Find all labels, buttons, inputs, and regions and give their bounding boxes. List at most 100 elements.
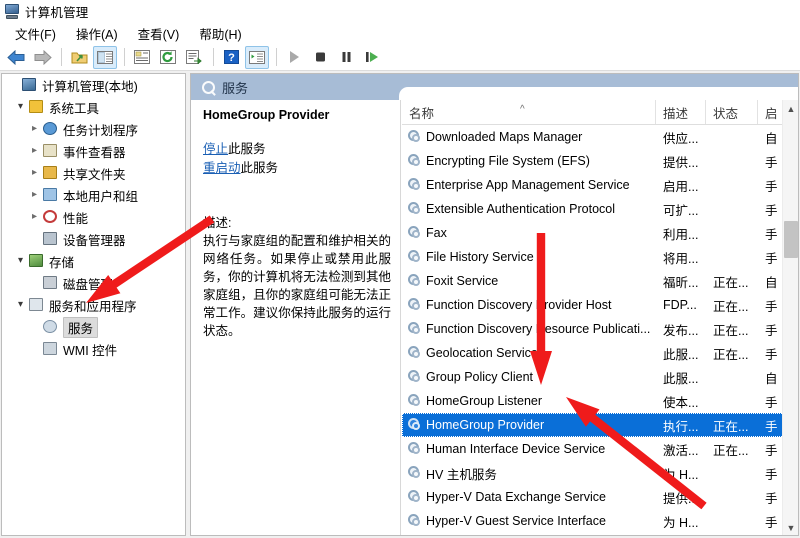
start-service-icon[interactable] [282, 46, 306, 69]
expander-expanded[interactable]: ▾ [13, 256, 28, 266]
service-name-label: HomeGroup Listener [426, 394, 543, 408]
tree-label: 设备管理器 [63, 233, 126, 248]
table-row[interactable]: File History Service 将用... 手 [402, 245, 798, 269]
service-name-label: Function Discovery Provider Host [426, 298, 612, 312]
cell-service-name: Function Discovery Provider Host [402, 298, 656, 312]
table-row[interactable]: HomeGroup Listener 使本... 手 [402, 389, 798, 413]
tree-device-manager[interactable]: 设备管理器 [2, 228, 185, 250]
tree-performance[interactable]: ▸ 性能 [2, 206, 185, 228]
expander-collapsed[interactable]: ▸ [27, 212, 42, 222]
column-header-status[interactable]: 状态 [706, 100, 758, 124]
cell-startup-type: 手 [765, 251, 778, 266]
cell-status: 正在... [713, 419, 749, 434]
tree-label: 事件查看器 [63, 145, 126, 160]
cell-description: 利用... [663, 227, 699, 242]
cell-status: 正在... [713, 299, 749, 314]
tree-label: 磁盘管理 [63, 277, 114, 292]
banner-title: 服务 [222, 80, 249, 96]
table-row[interactable]: Encrypting File System (EFS) 提供... 手 [402, 149, 798, 173]
service-gear-icon [407, 226, 422, 240]
menu-file[interactable]: 文件(F) [6, 22, 65, 45]
cell-service-name: Foxit Service [402, 274, 656, 288]
tree-wmi-control[interactable]: WMI 控件 [2, 338, 185, 360]
show-tree-icon[interactable] [93, 45, 117, 69]
up-folder-icon[interactable] [67, 46, 91, 69]
properties-icon[interactable] [130, 46, 154, 69]
tree-storage[interactable]: ▾ 存储 [2, 250, 185, 272]
expander-collapsed[interactable]: ▸ [27, 190, 42, 200]
cell-description: 提供... [663, 491, 699, 506]
menu-action[interactable]: 操作(A) [67, 22, 127, 45]
scroll-down-arrow-icon[interactable]: ▼ [783, 519, 798, 535]
refresh-icon[interactable] [156, 46, 180, 69]
cell-startup-type: 手 [765, 419, 778, 434]
tree-event-viewer[interactable]: ▸ 事件查看器 [2, 140, 185, 162]
console-tree-pane: 计算机管理(本地) ▾ 系统工具 ▸ 任务计划程序 ▸ 事件查看器 ▸ 共享文件 [1, 73, 186, 536]
computer-management-window: 计算机管理 文件(F) 操作(A) 查看(V) 帮助(H) ? 计算机管理(本地… [0, 0, 800, 538]
export-list-icon[interactable] [182, 46, 206, 69]
expander-collapsed[interactable]: ▸ [27, 146, 42, 156]
menu-view[interactable]: 查看(V) [129, 22, 189, 45]
table-row[interactable]: Foxit Service 福昕... 正在... 自 [402, 269, 798, 293]
service-gear-icon [407, 370, 422, 384]
tree-local-users-groups[interactable]: ▸ 本地用户和组 [2, 184, 185, 206]
table-row[interactable]: Geolocation Service 此服... 正在... 手 [402, 341, 798, 365]
table-row[interactable]: Human Interface Device Service 激活... 正在...… [402, 437, 798, 461]
table-row[interactable]: Hyper-V Guest Service Interface 为 H... 手 [402, 509, 798, 533]
back-icon[interactable] [4, 46, 28, 69]
toolbar: ? [0, 44, 800, 71]
stop-service-icon[interactable] [308, 46, 332, 69]
tree-computer-management[interactable]: 计算机管理(本地) [2, 74, 185, 96]
tree-system-tools[interactable]: ▾ 系统工具 [2, 96, 185, 118]
tree-disk-management[interactable]: 磁盘管理 [2, 272, 185, 294]
folder-icon [42, 165, 59, 181]
vertical-scrollbar[interactable]: ▲ ▼ [782, 100, 798, 535]
forward-icon[interactable] [30, 46, 54, 69]
service-name-label: Hyper-V Data Exchange Service [426, 490, 606, 504]
services-banner: 服务 [191, 74, 798, 100]
cell-service-name: Function Discovery Resource Publicati... [402, 322, 656, 336]
show-action-pane-icon[interactable] [245, 45, 269, 69]
expander-collapsed[interactable]: ▸ [27, 124, 42, 134]
table-row[interactable]: Fax 利用... 手 [402, 221, 798, 245]
cell-service-name: Group Policy Client [402, 370, 656, 384]
tree-label: 性能 [63, 211, 89, 226]
table-row[interactable]: HomeGroup Provider 执行... 正在... 手 [402, 413, 798, 437]
menu-help[interactable]: 帮助(H) [190, 22, 250, 45]
table-row[interactable]: Downloaded Maps Manager 供应... 自 [402, 125, 798, 149]
scrollbar-thumb[interactable] [784, 221, 798, 258]
cell-description: 将用... [663, 251, 699, 266]
column-header-description[interactable]: 描述 [656, 100, 706, 124]
pause-service-icon[interactable] [334, 46, 358, 69]
service-detail-panel: HomeGroup Provider 停止此服务 重启动此服务 描述: 执行与家… [192, 100, 399, 535]
cell-service-name: Extensible Authentication Protocol [402, 202, 656, 216]
service-name-label: Extensible Authentication Protocol [426, 202, 616, 216]
expander-collapsed[interactable]: ▸ [27, 168, 42, 178]
tree-shared-folders[interactable]: ▸ 共享文件夹 [2, 162, 185, 184]
tree-task-scheduler[interactable]: ▸ 任务计划程序 [2, 118, 185, 140]
tree-services[interactable]: 服务 [2, 316, 185, 338]
expander-expanded[interactable]: ▾ [13, 300, 28, 310]
pane-splitter[interactable] [400, 100, 401, 535]
stop-service-link[interactable]: 停止 [203, 142, 228, 156]
device-manager-icon [42, 231, 59, 247]
scroll-up-arrow-icon[interactable]: ▲ [783, 100, 798, 117]
table-row[interactable]: Hyper-V Data Exchange Service 提供... 手 [402, 485, 798, 509]
table-row[interactable]: Hyper-V Guest Shutdown Service提供...手 [402, 533, 798, 535]
tree-services-and-applications[interactable]: ▾ 服务和应用程序 [2, 294, 185, 316]
service-gear-icon [407, 514, 422, 528]
help-icon[interactable]: ? [219, 46, 243, 69]
restart-service-icon[interactable] [360, 46, 384, 69]
table-row[interactable]: Function Discovery Resource Publicati...… [402, 317, 798, 341]
table-row[interactable]: HV 主机服务 为 H... 手 [402, 461, 798, 485]
cell-startup-type: 自 [765, 131, 778, 146]
table-row[interactable]: Function Discovery Provider Host FDP... 正在… [402, 293, 798, 317]
detail-service-name: HomeGroup Provider [203, 108, 330, 122]
table-row[interactable]: Extensible Authentication Protocol 可扩... 手 [402, 197, 798, 221]
table-row[interactable]: Enterprise App Management Service 启用... 手 [402, 173, 798, 197]
table-row[interactable]: Group Policy Client 此服... 自 [402, 365, 798, 389]
restart-service-link[interactable]: 重启动 [203, 161, 241, 175]
expander-expanded[interactable]: ▾ [13, 102, 28, 112]
column-header-startup-type[interactable]: 启 [758, 100, 784, 124]
column-header-name[interactable]: 名称 ^ [402, 100, 656, 124]
